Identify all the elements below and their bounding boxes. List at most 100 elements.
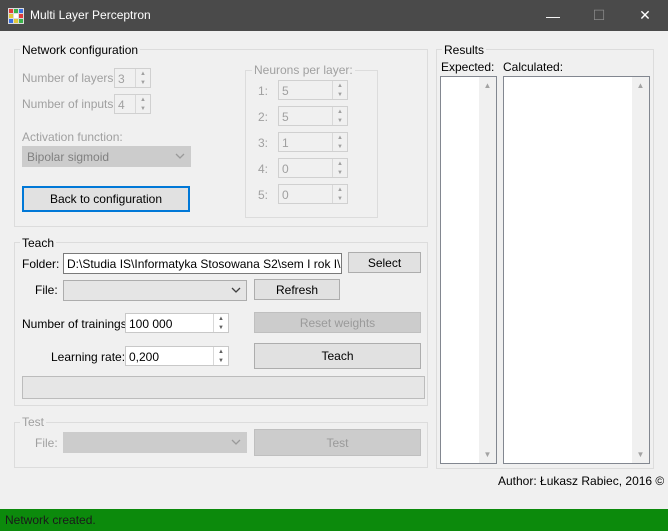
chevron-down-icon bbox=[231, 287, 241, 293]
chevron-down-icon bbox=[175, 153, 185, 159]
scroll-down-icon[interactable]: ▼ bbox=[632, 446, 649, 463]
maximize-button: ☐ bbox=[576, 0, 622, 31]
test-group-title: Test bbox=[20, 415, 47, 429]
calculated-scrollbar[interactable]: ▲ ▼ bbox=[632, 77, 649, 463]
spinner-arrows: ▲ ▼ bbox=[332, 81, 347, 99]
spin-down-icon: ▼ bbox=[337, 169, 343, 176]
chevron-down-icon bbox=[231, 439, 241, 445]
neuron-spinner: 0 ▲ ▼ bbox=[278, 158, 348, 178]
learning-rate-label: Learning rate: bbox=[51, 350, 126, 364]
spin-up-icon: ▲ bbox=[337, 108, 343, 115]
spinner-arrows: ▲ ▼ bbox=[332, 185, 347, 203]
grid-app-icon bbox=[8, 8, 24, 24]
neuron-value: 5 bbox=[282, 110, 289, 124]
select-folder-button[interactable]: Select bbox=[348, 252, 421, 273]
results-group-title: Results bbox=[442, 43, 487, 57]
spin-up-icon[interactable]: ▲ bbox=[214, 347, 228, 356]
expected-listbox[interactable]: ▲ ▼ bbox=[440, 76, 497, 464]
test-file-label: File: bbox=[35, 436, 58, 450]
refresh-button[interactable]: Refresh bbox=[254, 279, 340, 300]
author-label: Author: Łukasz Rabiec, 2016 © bbox=[498, 474, 665, 488]
spin-up-icon[interactable]: ▲ bbox=[214, 314, 228, 323]
inputs-spinner: 4 ▲ ▼ bbox=[114, 94, 151, 114]
reset-weights-button: Reset weights bbox=[254, 312, 421, 333]
title-bar[interactable]: Multi Layer Perceptron — ☐ ✕ bbox=[0, 0, 668, 31]
neuron-value: 5 bbox=[282, 84, 289, 98]
close-button[interactable]: ✕ bbox=[622, 0, 668, 31]
learning-rate-value: 0,200 bbox=[129, 350, 160, 364]
neuron-layer-label: 4: bbox=[258, 162, 269, 176]
activation-value: Bipolar sigmoid bbox=[27, 150, 110, 164]
spinner-arrows[interactable]: ▲ ▼ bbox=[213, 347, 228, 365]
spin-up-icon: ▲ bbox=[140, 96, 146, 103]
neurons-group-title: Neurons per layer: bbox=[252, 63, 355, 77]
spin-down-icon: ▼ bbox=[337, 117, 343, 124]
test-file-dropdown bbox=[63, 432, 247, 453]
file-label: File: bbox=[35, 283, 58, 297]
spin-down-icon: ▼ bbox=[140, 79, 146, 86]
trainings-value: 100 000 bbox=[129, 317, 173, 331]
spinner-arrows[interactable]: ▲ ▼ bbox=[213, 314, 228, 332]
spin-up-icon: ▲ bbox=[337, 160, 343, 167]
neuron-spinner: 1 ▲ ▼ bbox=[278, 132, 348, 152]
test-button: Test bbox=[254, 429, 421, 456]
learning-rate-spinner[interactable]: 0,200 ▲ ▼ bbox=[125, 346, 229, 366]
scroll-up-icon[interactable]: ▲ bbox=[632, 77, 649, 94]
teach-button[interactable]: Teach bbox=[254, 343, 421, 369]
spinner-arrows: ▲ ▼ bbox=[135, 95, 150, 113]
neuron-value: 0 bbox=[282, 162, 289, 176]
neuron-spinner: 5 ▲ ▼ bbox=[278, 106, 348, 126]
teach-file-dropdown[interactable] bbox=[63, 280, 247, 301]
teach-progress-bar bbox=[22, 376, 425, 399]
close-icon: ✕ bbox=[639, 7, 651, 23]
neuron-spinner: 5 ▲ ▼ bbox=[278, 80, 348, 100]
folder-input[interactable]: D:\Studia IS\Informatyka Stosowana S2\se… bbox=[63, 253, 342, 274]
neuron-layer-label: 1: bbox=[258, 84, 269, 98]
status-bar: Network created. bbox=[0, 509, 668, 531]
scroll-down-icon[interactable]: ▼ bbox=[479, 446, 496, 463]
back-to-configuration-button[interactable]: Back to configuration bbox=[22, 186, 190, 212]
activation-label: Activation function: bbox=[22, 130, 123, 144]
spin-up-icon: ▲ bbox=[337, 82, 343, 89]
calculated-listbox[interactable]: ▲ ▼ bbox=[503, 76, 650, 464]
spinner-arrows: ▲ ▼ bbox=[135, 69, 150, 87]
neuron-layer-label: 2: bbox=[258, 110, 269, 124]
expected-scrollbar[interactable]: ▲ ▼ bbox=[479, 77, 496, 463]
layers-spinner: 3 ▲ ▼ bbox=[114, 68, 151, 88]
neuron-layer-label: 5: bbox=[258, 188, 269, 202]
spinner-arrows: ▲ ▼ bbox=[332, 107, 347, 125]
expected-label: Expected: bbox=[441, 60, 495, 74]
trainings-label: Number of trainings: bbox=[22, 317, 131, 331]
inputs-label: Number of inputs: bbox=[22, 97, 117, 111]
scroll-up-icon[interactable]: ▲ bbox=[479, 77, 496, 94]
spin-up-icon: ▲ bbox=[140, 70, 146, 77]
minimize-button[interactable]: — bbox=[530, 0, 576, 31]
spin-down-icon: ▼ bbox=[140, 105, 146, 112]
inputs-value: 4 bbox=[118, 98, 125, 112]
activation-dropdown: Bipolar sigmoid bbox=[22, 146, 191, 167]
spin-down-icon: ▼ bbox=[337, 195, 343, 202]
neuron-value: 1 bbox=[282, 136, 289, 150]
calculated-label: Calculated: bbox=[503, 60, 564, 74]
layers-value: 3 bbox=[118, 72, 125, 86]
spin-down-icon[interactable]: ▼ bbox=[214, 356, 228, 365]
maximize-icon: ☐ bbox=[592, 7, 606, 23]
network-config-title: Network configuration bbox=[20, 43, 141, 57]
trainings-spinner[interactable]: 100 000 ▲ ▼ bbox=[125, 313, 229, 333]
spin-down-icon: ▼ bbox=[337, 143, 343, 150]
status-text: Network created. bbox=[5, 513, 96, 527]
folder-label: Folder: bbox=[22, 257, 60, 271]
neuron-value: 0 bbox=[282, 188, 289, 202]
neuron-spinner: 0 ▲ ▼ bbox=[278, 184, 348, 204]
window-title: Multi Layer Perceptron bbox=[30, 8, 151, 22]
spin-up-icon: ▲ bbox=[337, 134, 343, 141]
teach-group-title: Teach bbox=[20, 236, 57, 250]
spinner-arrows: ▲ ▼ bbox=[332, 159, 347, 177]
minimize-icon: — bbox=[546, 7, 560, 24]
spin-down-icon[interactable]: ▼ bbox=[214, 323, 228, 332]
spin-down-icon: ▼ bbox=[337, 91, 343, 98]
neuron-layer-label: 3: bbox=[258, 136, 269, 150]
folder-value: D:\Studia IS\Informatyka Stosowana S2\se… bbox=[67, 257, 342, 271]
spinner-arrows: ▲ ▼ bbox=[332, 133, 347, 151]
spin-up-icon: ▲ bbox=[337, 186, 343, 193]
